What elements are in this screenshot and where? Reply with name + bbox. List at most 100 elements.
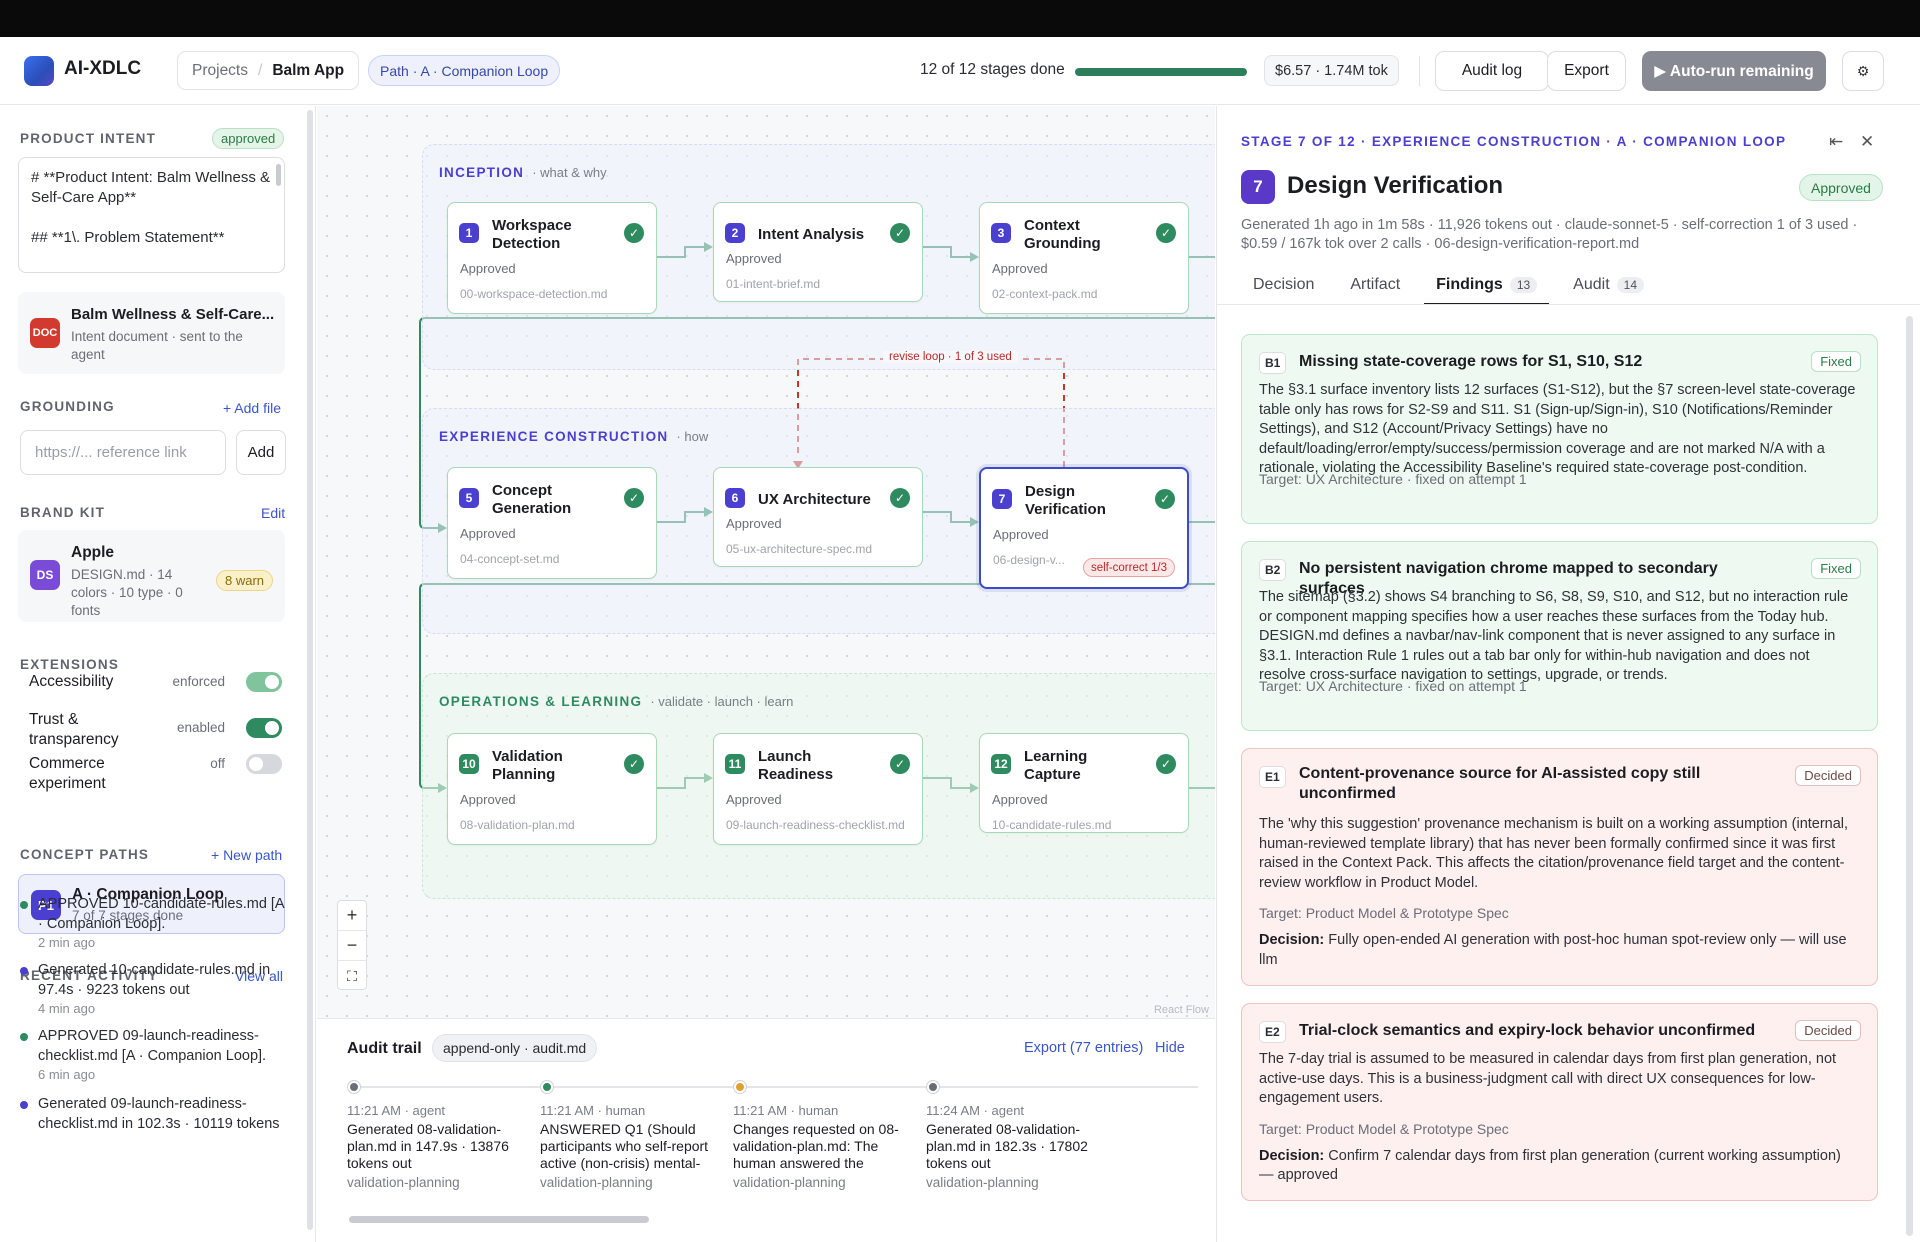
audit-export-link[interactable]: Export (77 entries) <box>1024 1040 1143 1056</box>
audit-horizontal-scrollbar[interactable] <box>349 1216 649 1223</box>
stage-node-6[interactable]: 6 UX Architecture ✓ Approved 05-ux-architect… <box>713 467 923 567</box>
reference-link-input[interactable]: https://... reference link <box>20 430 226 475</box>
intent-textarea[interactable]: # **Product Intent: Balm Wellness & Self… <box>18 157 285 273</box>
brand-kit-name: Apple <box>71 544 115 561</box>
extension-toggle[interactable] <box>246 754 282 774</box>
finding-card[interactable]: B2 No persistent navigation chrome mapped… <box>1241 541 1878 731</box>
brand-kit-edit-link[interactable]: Edit <box>261 505 285 521</box>
brand-kit-detail: DESIGN.md · 14 colors · 10 type · 0 font… <box>71 567 183 618</box>
stage-node-3[interactable]: 3 Context Grounding ✓ Approved 02-context-pa… <box>979 202 1189 314</box>
tab-decision[interactable]: Decision <box>1241 266 1326 304</box>
zoom-controls: + − ⛶ <box>337 900 367 990</box>
extension-toggle[interactable] <box>246 718 282 738</box>
activity-dot <box>20 1101 28 1109</box>
settings-button[interactable]: ⚙ <box>1842 51 1884 91</box>
stage-status: Approved <box>992 261 1048 276</box>
audit-hide-link[interactable]: Hide <box>1155 1040 1185 1056</box>
stage-number: 7 <box>992 489 1012 509</box>
flow-canvas[interactable]: INCEPTION · what & why EXPERIENCE CONSTRUC… <box>317 106 1215 1018</box>
stage-title: Learning Capture <box>1024 748 1088 783</box>
close-icon[interactable]: ✕ <box>1860 132 1874 152</box>
finding-status-badge: Decided <box>1795 1020 1861 1041</box>
audit-text: Changes requested on 08-validation-plan.… <box>733 1121 899 1171</box>
auto-run-button[interactable]: ▶ Auto-run remaining <box>1642 51 1826 91</box>
audit-dot <box>734 1081 746 1093</box>
audit-trail-title: Audit trail <box>347 1040 422 1057</box>
finding-title: Trial-clock semantics and expiry-lock be… <box>1299 1022 1756 1039</box>
progress-fill <box>1075 68 1247 76</box>
finding-id: E1 <box>1259 766 1286 788</box>
check-icon: ✓ <box>890 223 910 243</box>
new-path-link[interactable]: + New path <box>211 847 282 863</box>
tab-artifact[interactable]: Artifact <box>1338 266 1412 304</box>
breadcrumb-separator: / <box>258 61 263 79</box>
document-subtitle: Intent document · sent to the agent <box>71 329 243 362</box>
brand-kit-card[interactable]: DS Apple DESIGN.md · 14 colors · 10 type… <box>18 530 285 622</box>
stage-node-5[interactable]: 5 Concept Generation ✓ Approved 04-concept-s… <box>447 467 657 579</box>
breadcrumb-projects[interactable]: Projects <box>192 62 248 80</box>
audit-dot <box>348 1081 360 1093</box>
tab-findings[interactable]: Findings 13 <box>1424 266 1550 305</box>
finding-card[interactable]: E1 Content-provenance source for AI-assis… <box>1241 748 1878 986</box>
stage-title: Design Verification <box>1287 172 1504 199</box>
stage-node-10[interactable]: 10 Validation Planning ✓ Approved 08-validat… <box>447 733 657 845</box>
check-icon: ✓ <box>624 223 644 243</box>
finding-card[interactable]: B1 Missing state-coverage rows for S1, S1… <box>1241 334 1878 524</box>
sidebar-scrollbar[interactable] <box>307 110 313 1230</box>
audit-file-pill: append-only · audit.md <box>432 1034 598 1062</box>
group-title: EXPERIENCE CONSTRUCTION <box>439 429 669 444</box>
stage-title: Workspace Detection <box>492 217 572 252</box>
stage-file: 01-intent-brief.md <box>726 277 821 291</box>
stage-node-2[interactable]: 2 Intent Analysis ✓ Approved 01-intent-brief… <box>713 202 923 302</box>
add-file-link[interactable]: + Add file <box>223 400 281 416</box>
collapse-panel-icon[interactable]: ⇤ <box>1829 132 1843 152</box>
stage-node-7[interactable]: 7 Design Verification ✓ Approved 06-design-v… <box>979 467 1189 589</box>
activity-text: APPROVED 10-candidate-rules.md [A · Comp… <box>38 896 284 932</box>
group-subtitle: · what & why <box>532 165 607 180</box>
group-subtitle: · how <box>676 429 709 444</box>
react-flow-attribution[interactable]: React Flow <box>1154 1004 1209 1016</box>
export-button[interactable]: Export <box>1547 51 1626 91</box>
app-name: AI-XDLC <box>64 58 142 79</box>
tab-audit[interactable]: Audit 14 <box>1561 266 1656 304</box>
toggle-knob <box>265 675 279 689</box>
zoom-in-button[interactable]: + <box>338 901 366 931</box>
stage-meta: Generated 1h ago in 1m 58s · 11,926 toke… <box>1241 217 1858 252</box>
brand-kit-heading: BRAND KIT <box>20 505 106 520</box>
finding-title: Missing state-coverage rows for S1, S10,… <box>1299 353 1643 370</box>
stage-title: Context Grounding <box>1024 217 1101 252</box>
stage-title: Concept Generation <box>492 482 572 517</box>
finding-body: The §3.1 surface inventory lists 12 surf… <box>1259 382 1856 476</box>
decision-label: Decision: <box>1259 1147 1325 1164</box>
finding-id: E2 <box>1259 1021 1286 1043</box>
stage-file: 06-design-v... <box>993 553 1065 567</box>
extension-label: Commerce experiment <box>29 755 106 792</box>
extension-toggle[interactable] <box>246 672 282 692</box>
tab-label: Audit <box>1573 276 1610 293</box>
tab-count: 14 <box>1616 277 1644 293</box>
fit-view-icon[interactable]: ⛶ <box>338 961 366 991</box>
detail-scrollbar[interactable] <box>1906 316 1913 1236</box>
stage-title: Validation Planning <box>492 748 563 783</box>
add-reference-button[interactable]: Add <box>236 430 286 475</box>
zoom-out-button[interactable]: − <box>338 931 366 961</box>
reference-link-placeholder: https://... reference link <box>35 444 187 461</box>
stage-number: 1 <box>459 223 479 243</box>
stage-number: 5 <box>459 488 479 508</box>
stage-group-label: OPERATIONS & LEARNING · validate · launch… <box>439 694 793 709</box>
finding-card[interactable]: E2 Trial-clock semantics and expiry-lock … <box>1241 1003 1878 1201</box>
intent-document-card[interactable]: DOC Balm Wellness & Self-Care... Intent … <box>18 292 285 374</box>
textarea-scrollbar[interactable] <box>276 164 281 186</box>
breadcrumb-current[interactable]: Balm App <box>272 62 344 80</box>
stage-file: 05-ux-architecture-spec.md <box>726 542 873 556</box>
audit-log-button[interactable]: Audit log <box>1435 51 1549 91</box>
stage-number: 11 <box>725 754 745 774</box>
stage-status: Approved <box>726 792 782 807</box>
activity-time: 2 min ago <box>38 935 96 950</box>
finding-status-badge: Decided <box>1795 765 1861 786</box>
stage-node-12[interactable]: 12 Learning Capture ✓ Approved 10-candidate-… <box>979 733 1189 833</box>
path-chip[interactable]: Path · A · Companion Loop <box>368 55 561 86</box>
stage-node-1[interactable]: 1 Workspace Detection ✓ Approved 00-workspac… <box>447 202 657 314</box>
finding-status-badge: Fixed <box>1811 558 1861 579</box>
stage-node-11[interactable]: 11 Launch Readiness ✓ Approved 09-launch-rea… <box>713 733 923 845</box>
